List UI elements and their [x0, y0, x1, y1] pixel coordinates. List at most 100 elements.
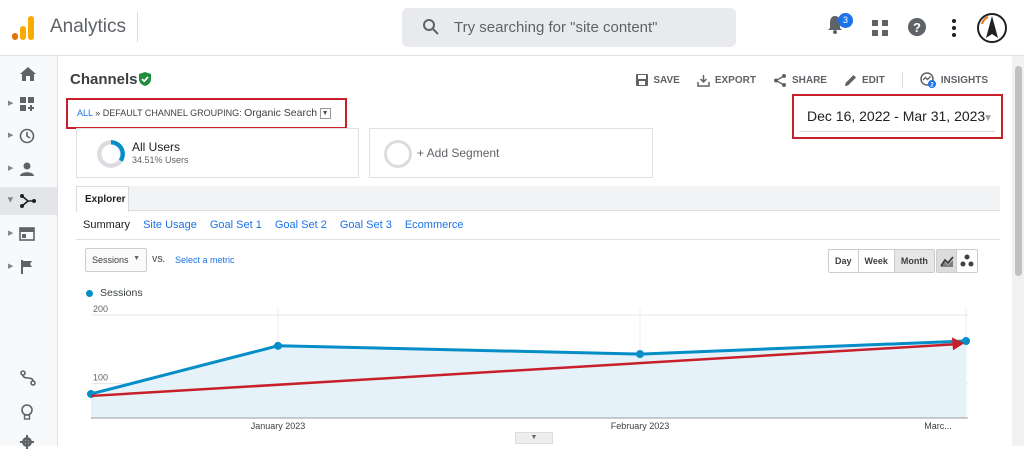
export-button[interactable]: EXPORT: [697, 72, 756, 88]
edit-button[interactable]: EDIT: [844, 72, 885, 88]
collapse-chart-button[interactable]: ▼: [515, 432, 553, 444]
data-point[interactable]: [274, 341, 282, 350]
explorer-subtabs: Summary Site Usage Goal Set 1 Goal Set 2…: [83, 219, 464, 231]
lightbulb-icon: [21, 404, 33, 420]
share-button[interactable]: SHARE: [773, 72, 827, 88]
subtab-goal-set-3[interactable]: Goal Set 3: [340, 219, 392, 231]
segment-subtitle: 34.51% Users: [132, 155, 189, 165]
analytics-logo[interactable]: [12, 14, 34, 40]
save-label: SAVE: [653, 74, 680, 86]
subtab-summary[interactable]: Summary: [83, 219, 130, 231]
sidebar-item-behavior[interactable]: ▶: [0, 220, 57, 248]
search-box[interactable]: [402, 8, 736, 47]
add-segment-button[interactable]: + Add Segment: [369, 128, 653, 178]
data-point[interactable]: [636, 350, 644, 359]
date-range-highlight: Dec 16, 2022 - Mar 31, 2023 ▼: [792, 94, 1003, 139]
expand-caret-icon: ▶: [8, 230, 14, 237]
apps-grid-icon[interactable]: [872, 20, 888, 36]
segment-percent-ring: [97, 140, 125, 168]
subtab-ecommerce[interactable]: Ecommerce: [405, 219, 464, 231]
acquisition-icon: [20, 194, 36, 208]
motion-chart-icon: [960, 254, 974, 267]
subtab-goal-set-2[interactable]: Goal Set 2: [275, 219, 327, 231]
dashboard-icon: [20, 97, 34, 111]
granularity-toggle: Day Week Month: [828, 249, 935, 273]
y-tick-label: 200: [93, 304, 108, 314]
scrollbar-thumb[interactable]: [1015, 66, 1022, 276]
collapse-caret-icon: ▶: [6, 197, 14, 203]
more-vert-icon[interactable]: [951, 18, 957, 38]
report-actions: SAVE EXPORT SHARE EDIT 2 INSIGHTS: [636, 72, 988, 88]
scrollbar[interactable]: [1012, 56, 1024, 446]
select-metric-link[interactable]: Select a metric: [175, 255, 235, 265]
share-label: SHARE: [791, 74, 827, 86]
breadcrumb-grouping-label: DEFAULT CHANNEL GROUPING:: [102, 108, 242, 118]
save-button[interactable]: SAVE: [636, 72, 680, 88]
y-tick-label: 100: [93, 373, 108, 383]
insights-icon: 2: [920, 72, 936, 88]
chart-type-toggle: [936, 249, 978, 273]
chevron-down-icon: ▼: [133, 255, 140, 262]
app-title: Analytics: [50, 16, 127, 37]
breadcrumb-all-link[interactable]: ALL: [77, 108, 93, 118]
motion-chart-button[interactable]: [957, 250, 977, 272]
series-dot-icon: [86, 289, 93, 297]
sidebar-item-admin[interactable]: [0, 428, 57, 456]
sidebar-item-customization[interactable]: ▶: [0, 90, 57, 118]
gear-icon: [20, 435, 34, 449]
granularity-week-button[interactable]: Week: [859, 250, 895, 272]
breadcrumb-dropdown-icon[interactable]: ▼: [319, 108, 331, 120]
svg-text:?: ?: [913, 20, 921, 35]
sidebar-item-conversions[interactable]: ▶: [0, 253, 57, 281]
chevron-down-icon: ▼: [983, 113, 993, 124]
insights-label: INSIGHTS: [940, 74, 988, 86]
sidebar: ▶ ▶ ▶ ▶ ▶ ▶: [0, 56, 58, 449]
top-bar: Analytics 3 ?: [0, 0, 1024, 56]
export-icon: [697, 74, 710, 87]
expand-caret-icon: ▶: [8, 263, 14, 270]
search-icon: [423, 19, 439, 35]
tab-explorer[interactable]: Explorer: [76, 186, 129, 212]
sidebar-item-home[interactable]: [0, 60, 57, 88]
legend-series-label: Sessions: [100, 287, 143, 299]
breadcrumb: ALL » DEFAULT CHANNEL GROUPING: Organic …: [66, 98, 347, 129]
account-avatar-icon[interactable]: [976, 12, 1008, 44]
line-chart-button[interactable]: [937, 250, 957, 272]
granularity-day-button[interactable]: Day: [829, 250, 859, 272]
metric-select[interactable]: Sessions ▼: [85, 248, 147, 272]
add-segment-ring-icon: [384, 140, 412, 168]
x-tick-label: Marc...: [924, 421, 952, 431]
divider: [76, 239, 1000, 240]
sidebar-item-discover[interactable]: [0, 397, 57, 425]
expand-caret-icon: ▶: [8, 132, 14, 139]
sidebar-item-realtime[interactable]: ▶: [0, 122, 57, 150]
behavior-icon: [19, 227, 35, 241]
page-title: Channels: [70, 71, 138, 88]
divider: [137, 12, 138, 42]
notifications-badge: 3: [838, 13, 853, 28]
chart-legend: Sessions: [86, 287, 143, 299]
search-input[interactable]: [454, 16, 724, 38]
tab-strip: [76, 186, 1000, 211]
divider: [901, 72, 903, 88]
insights-button[interactable]: 2 INSIGHTS: [920, 72, 988, 88]
pencil-icon: [844, 74, 856, 86]
x-tick-label: February 2023: [611, 421, 670, 431]
granularity-month-button[interactable]: Month: [894, 250, 934, 272]
edit-label: EDIT: [861, 74, 885, 86]
subtab-goal-set-1[interactable]: Goal Set 1: [210, 219, 262, 231]
share-icon: [773, 73, 786, 87]
verified-shield-icon: [139, 72, 151, 86]
export-label: EXPORT: [714, 74, 756, 86]
sidebar-item-acquisition[interactable]: ▶: [0, 187, 57, 215]
metric-select-value: Sessions: [92, 255, 129, 265]
expand-caret-icon: ▶: [8, 100, 14, 107]
attribution-icon: [20, 370, 36, 386]
date-range-value: Dec 16, 2022 - Mar 31, 2023: [807, 108, 986, 124]
subtab-site-usage[interactable]: Site Usage: [143, 219, 197, 231]
sidebar-item-audience[interactable]: ▶: [0, 155, 57, 183]
help-icon[interactable]: ?: [907, 17, 927, 37]
segment-all-users[interactable]: All Users 34.51% Users: [76, 128, 359, 178]
sidebar-item-attribution[interactable]: [0, 364, 57, 392]
date-range-picker[interactable]: Dec 16, 2022 - Mar 31, 2023 ▼: [799, 101, 995, 132]
